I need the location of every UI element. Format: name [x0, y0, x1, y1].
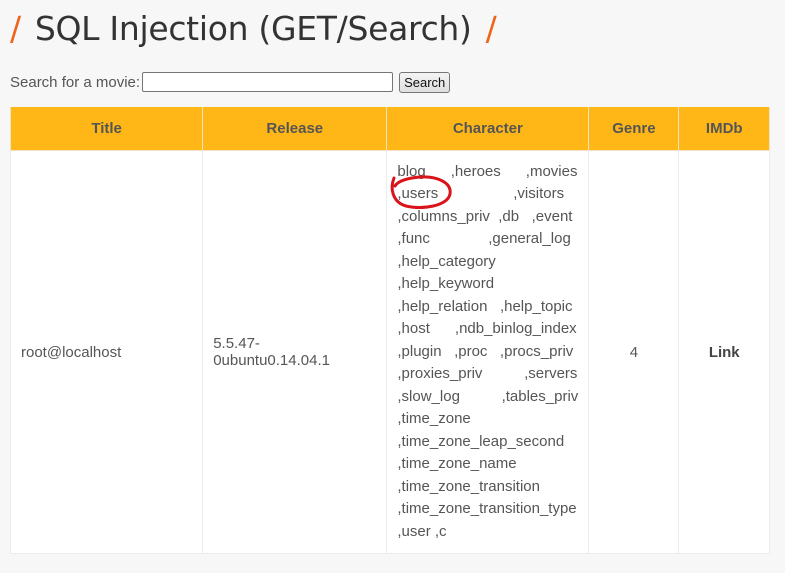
cell-release: 5.5.47-0ubuntu0.14.04.1	[202, 150, 388, 554]
search-label: Search for a movie:	[10, 73, 141, 91]
character-text: blog ,heroes ,movies ,users ,visitors ,c…	[397, 162, 579, 540]
cell-genre: 4	[588, 150, 680, 554]
column-header-genre: Genre	[588, 107, 680, 151]
search-button[interactable]: Search	[399, 71, 451, 93]
column-header-character: Character	[386, 107, 590, 151]
cell-imdb: Link	[678, 150, 770, 554]
table-row: root@localhost 5.5.47-0ubuntu0.14.04.1 b…	[9, 150, 770, 554]
heading-right-slash: /	[485, 8, 497, 48]
imdb-link[interactable]: Link	[709, 344, 740, 361]
search-input[interactable]	[142, 72, 394, 92]
page: / SQL Injection (GET/Search) / Search fo…	[0, 0, 785, 573]
page-title: SQL Injection (GET/Search)	[34, 8, 472, 48]
page-heading: / SQL Injection (GET/Search) /	[10, 0, 497, 56]
cell-title: root@localhost	[9, 150, 204, 554]
heading-left-slash: /	[10, 8, 21, 48]
column-header-title: Title	[9, 107, 204, 151]
cell-character: blog ,heroes ,movies ,users ,visitors ,c…	[386, 150, 590, 554]
column-header-imdb: IMDb	[678, 107, 770, 151]
table-header-row: Title Release Character Genre IMDb	[9, 107, 770, 151]
results-table: Title Release Character Genre IMDb root@…	[9, 107, 770, 554]
search-form: Search for a movie: Search	[10, 70, 451, 94]
column-header-release: Release	[202, 107, 388, 151]
